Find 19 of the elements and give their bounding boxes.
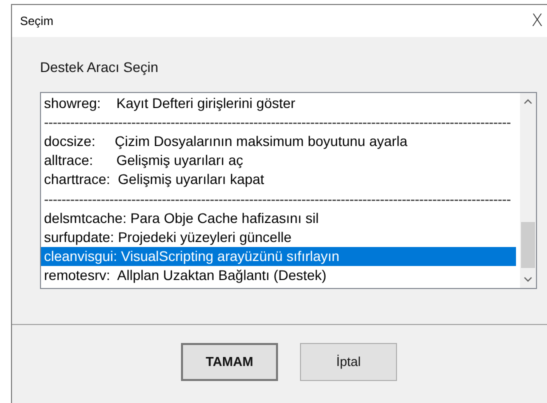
scrollbar[interactable] [520, 92, 536, 288]
list-item[interactable]: showreg: Kayıt Defteri girişlerini göster [41, 94, 516, 113]
list-item[interactable]: delsmtcache: Para Obje Cache hafizasını sil [41, 208, 516, 228]
list-item[interactable]: alltrace: Gelişmiş uyarıları aç [41, 151, 516, 170]
scroll-up-icon[interactable] [524, 98, 532, 104]
prompt-label: Destek Aracı Seçin [40, 58, 160, 75]
dialog-button[interactable]: İptal [300, 342, 397, 381]
window-title: Seçim [20, 14, 54, 28]
list-item[interactable]: cleanvisgui: VisualScripting arayüzünü sıfırlayın [41, 247, 516, 266]
separator-line: ----------------------------------------------------------------------------------------------------------- [43, 112, 512, 132]
dialog-button[interactable]: TAMAM [181, 342, 278, 381]
list-item[interactable]: remotesrv: Allplan Uzaktan Bağlantı (Destek) [41, 266, 516, 286]
close-button[interactable]: X [528, 10, 546, 31]
list-item[interactable]: surfupdate: Projedeki yüzeyleri güncelle [41, 228, 516, 248]
list-item[interactable]: charttrace: Gelişmiş uyarıları kapat [41, 170, 516, 190]
list-item[interactable]: docsize: Çizim Dosyalarının maksimum boyutunu ayarla [41, 132, 516, 152]
separator-line: ----------------------------------------------------------------------------------------------------------- [43, 190, 512, 209]
scroll-thumb[interactable] [521, 222, 535, 268]
scroll-down-icon[interactable] [524, 276, 532, 282]
